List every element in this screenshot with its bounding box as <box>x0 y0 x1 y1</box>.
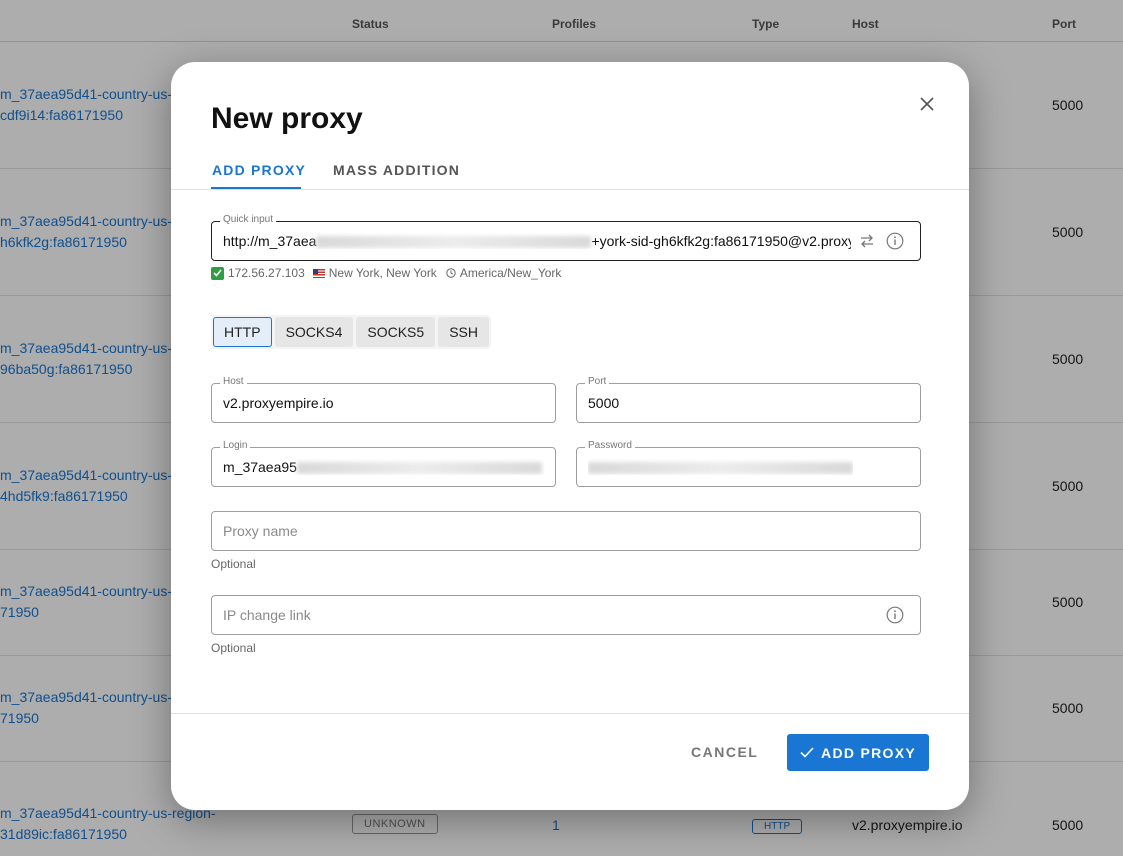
port-field[interactable]: Port 5000 <box>576 376 921 423</box>
check-location: New York, New York <box>328 266 437 280</box>
port-value: 5000 <box>588 395 620 411</box>
close-button[interactable] <box>915 92 939 116</box>
proxy-name-helper: Optional <box>211 557 256 571</box>
protocol-ssh-button[interactable]: SSH <box>438 317 489 347</box>
us-flag-icon <box>312 268 325 278</box>
quick-input-label: Quick input <box>220 214 277 225</box>
quick-input-field[interactable]: Quick input http://m_37aea +york-sid-gh6k… <box>211 214 921 261</box>
new-proxy-dialog: New proxy ADD PROXY MASS ADDITION Quick … <box>171 62 969 810</box>
proxy-name-placeholder: Proxy name <box>223 523 298 539</box>
ip-change-link-helper: Optional <box>211 641 256 655</box>
quick-input-value: http://m_37aea +york-sid-gh6kfk2g:fa86171… <box>223 233 851 249</box>
check-timezone: America/New_York <box>459 266 562 280</box>
tab-add-proxy[interactable]: ADD PROXY <box>212 162 306 178</box>
proxy-check-result: 172.56.27.103 New York, New York America… <box>211 266 561 280</box>
dialog-tabs: ADD PROXY MASS ADDITION <box>171 154 969 190</box>
password-label: Password <box>585 440 635 451</box>
add-proxy-button[interactable]: ADD PROXY <box>787 734 929 771</box>
add-proxy-label: ADD PROXY <box>821 744 916 761</box>
swap-icon[interactable] <box>859 234 875 248</box>
ip-change-link-field[interactable]: IP change link <box>211 595 921 635</box>
port-label: Port <box>585 376 610 387</box>
close-icon <box>920 97 934 111</box>
protocol-socks4-button[interactable]: SOCKS4 <box>274 317 354 347</box>
check-icon <box>800 747 814 758</box>
footer-divider <box>171 713 969 714</box>
check-icon <box>211 266 224 280</box>
info-icon[interactable] <box>886 606 904 624</box>
login-value: m_37aea95 <box>223 459 545 475</box>
login-field[interactable]: Login m_37aea95 <box>211 440 556 487</box>
protocol-socks5-button[interactable]: SOCKS5 <box>356 317 436 347</box>
ip-change-link-placeholder: IP change link <box>223 607 311 623</box>
check-ip: 172.56.27.103 <box>228 266 305 280</box>
password-value <box>588 459 853 475</box>
login-label: Login <box>220 440 251 451</box>
proxy-name-field[interactable]: Proxy name <box>211 511 921 551</box>
tab-mass-addition[interactable]: MASS ADDITION <box>333 162 460 178</box>
dialog-title: New proxy <box>211 102 363 135</box>
info-icon[interactable] <box>886 232 904 250</box>
password-field[interactable]: Password <box>576 440 921 487</box>
host-label: Host <box>220 376 247 387</box>
tab-indicator <box>211 187 301 189</box>
protocol-http-button[interactable]: HTTP <box>213 317 272 347</box>
host-field[interactable]: Host v2.proxyempire.io <box>211 376 556 423</box>
clock-icon <box>446 268 456 278</box>
cancel-button[interactable]: CANCEL <box>691 744 758 760</box>
protocol-selector: HTTP SOCKS4 SOCKS5 SSH <box>211 315 491 349</box>
host-value: v2.proxyempire.io <box>223 395 334 411</box>
